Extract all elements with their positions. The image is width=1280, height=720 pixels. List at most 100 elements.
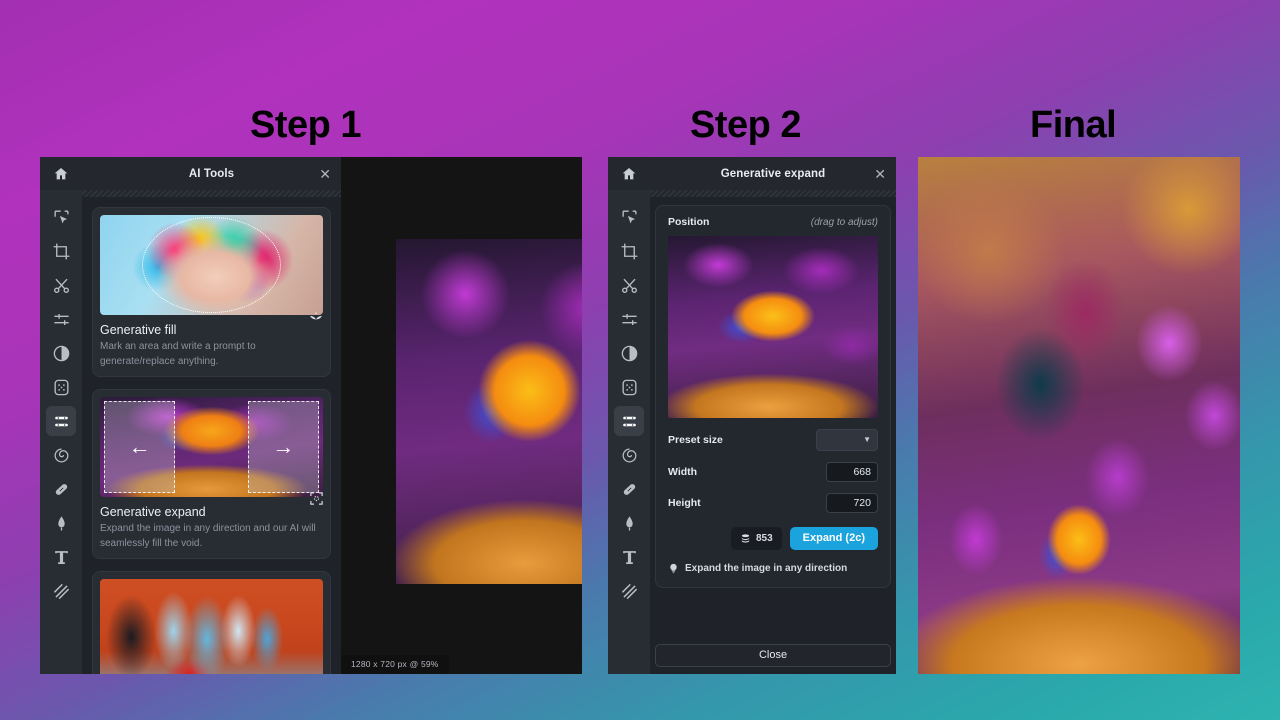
tool-select-pointer-step2[interactable] <box>614 202 644 232</box>
home-icon <box>53 166 69 182</box>
panel-title-step1: AI Tools <box>189 168 234 180</box>
tool-cutout[interactable] <box>46 270 76 300</box>
scissors-cutout-icon <box>620 276 639 295</box>
tool-liquify-step2[interactable] <box>614 440 644 470</box>
tool-select-pointer[interactable] <box>46 202 76 232</box>
tool-healing[interactable] <box>46 474 76 504</box>
position-hint: (drag to adjust) <box>811 217 878 228</box>
card-desc-generative-fill: Mark an area and write a prompt to gener… <box>100 340 323 369</box>
expand-frame-icon <box>309 491 324 511</box>
lightbulb-icon <box>668 562 679 575</box>
tool-pattern[interactable] <box>46 576 76 606</box>
panel-close-button-step1[interactable]: ✕ <box>319 167 331 181</box>
ai-tools-icon <box>620 412 639 431</box>
tool-crop[interactable] <box>46 236 76 266</box>
tool-crop-step2[interactable] <box>614 236 644 266</box>
tool-texture[interactable] <box>46 372 76 402</box>
width-label: Width <box>668 466 697 478</box>
selection-ellipse-marquee <box>142 217 280 313</box>
card-third-partial[interactable] <box>92 571 331 674</box>
tool-texture-step2[interactable] <box>614 372 644 402</box>
height-label: Height <box>668 497 701 509</box>
preset-size-select[interactable]: ▼ <box>816 429 878 451</box>
sprout-leaf-icon <box>308 309 324 330</box>
preset-size-row: Preset size ▼ <box>668 429 878 451</box>
preset-size-label: Preset size <box>668 434 723 446</box>
tool-rail-step1 <box>40 157 82 674</box>
expand-action-row: 853 Expand (2c) <box>668 527 878 550</box>
stripe-divider-step2 <box>650 190 896 197</box>
tool-text[interactable] <box>46 542 76 572</box>
panel-title-step2: Generative expand <box>721 168 826 180</box>
credits-value: 853 <box>756 533 773 544</box>
expand-region-left: ← <box>104 401 175 493</box>
arrow-left-icon: ← <box>129 436 151 458</box>
tool-ai-tools[interactable] <box>46 406 76 436</box>
expand-tip: Expand the image in any direction <box>668 562 878 577</box>
card-generative-expand[interactable]: ← → Generative expand Expand the image i… <box>92 389 331 559</box>
contrast-icon <box>52 344 71 363</box>
close-bar: Close <box>655 644 891 667</box>
panel-close-button-step2[interactable]: ✕ <box>874 167 886 181</box>
expand-tip-text: Expand the image in any direction <box>685 562 847 577</box>
tool-adjust[interactable] <box>46 304 76 334</box>
tool-pattern-step2[interactable] <box>614 576 644 606</box>
expand-settings-card: Position (drag to adjust) Preset size ▼ … <box>655 205 891 588</box>
ai-tools-icon <box>52 412 71 431</box>
tool-liquify[interactable] <box>46 440 76 470</box>
tool-adjust-step2[interactable] <box>614 304 644 334</box>
width-row: Width 668 <box>668 462 878 482</box>
ai-tools-panel: AI Tools ✕ Generative fill Mark an area … <box>82 157 341 674</box>
select-pointer-icon <box>52 208 71 227</box>
height-row: Height 720 <box>668 493 878 513</box>
select-pointer-icon <box>620 208 639 227</box>
canvas-status-bar: 1280 x 720 px @ 59% <box>341 655 449 674</box>
step1-window: AI Tools ✕ Generative fill Mark an area … <box>40 157 582 674</box>
arrow-right-icon: → <box>272 436 294 458</box>
chevron-down-icon: ▼ <box>863 436 871 444</box>
scissors-cutout-icon <box>52 276 71 295</box>
card-generative-fill[interactable]: Generative fill Mark an area and write a… <box>92 207 331 377</box>
healing-bandaid-icon <box>620 480 639 499</box>
crop-icon <box>620 242 639 261</box>
caption-step-2: Step 2 <box>690 104 801 147</box>
adjust-sliders-icon <box>620 310 639 329</box>
position-preview-image[interactable] <box>668 236 878 418</box>
tool-rail-step2 <box>608 157 650 674</box>
contrast-icon <box>620 344 639 363</box>
hatch-pattern-icon <box>620 582 639 601</box>
step2-window: Generative expand ✕ Position (drag to ad… <box>608 157 896 674</box>
width-input[interactable]: 668 <box>826 462 878 482</box>
healing-bandaid-icon <box>52 480 71 499</box>
tool-healing-step2[interactable] <box>614 474 644 504</box>
retouch-brush-icon <box>52 514 71 533</box>
panel-header-step1: AI Tools ✕ <box>82 157 341 190</box>
tool-contrast-step2[interactable] <box>614 338 644 368</box>
final-expanded-reef-image <box>918 157 1240 674</box>
expand-region-right: → <box>248 401 319 493</box>
tool-retouch-brush-step2[interactable] <box>614 508 644 538</box>
position-label: Position <box>668 216 709 228</box>
final-window <box>918 157 1240 674</box>
home-icon <box>621 166 637 182</box>
caption-final: Final <box>1030 104 1116 147</box>
stripe-divider-step1 <box>82 190 341 197</box>
credits-badge: 853 <box>731 527 782 550</box>
height-input[interactable]: 720 <box>826 493 878 513</box>
expand-button[interactable]: Expand (2c) <box>790 527 878 550</box>
home-button[interactable] <box>40 157 82 190</box>
tool-contrast[interactable] <box>46 338 76 368</box>
tool-retouch-brush[interactable] <box>46 508 76 538</box>
graffiti-wall-thumb <box>100 579 323 674</box>
home-button-step2[interactable] <box>608 157 650 190</box>
texture-grid-icon <box>620 378 639 397</box>
tool-ai-tools-step2[interactable] <box>614 406 644 436</box>
card-desc-generative-expand: Expand the image in any direction and ou… <box>100 522 323 551</box>
ai-tools-card-list: Generative fill Mark an area and write a… <box>82 197 341 674</box>
close-button[interactable]: Close <box>655 644 891 667</box>
tool-text-step2[interactable] <box>614 542 644 572</box>
generative-expand-panel: Generative expand ✕ Position (drag to ad… <box>650 157 896 674</box>
tool-cutout-step2[interactable] <box>614 270 644 300</box>
reef-fish-canvas-image <box>396 239 582 584</box>
editor-canvas-step1[interactable]: 1280 x 720 px @ 59% <box>341 157 582 674</box>
